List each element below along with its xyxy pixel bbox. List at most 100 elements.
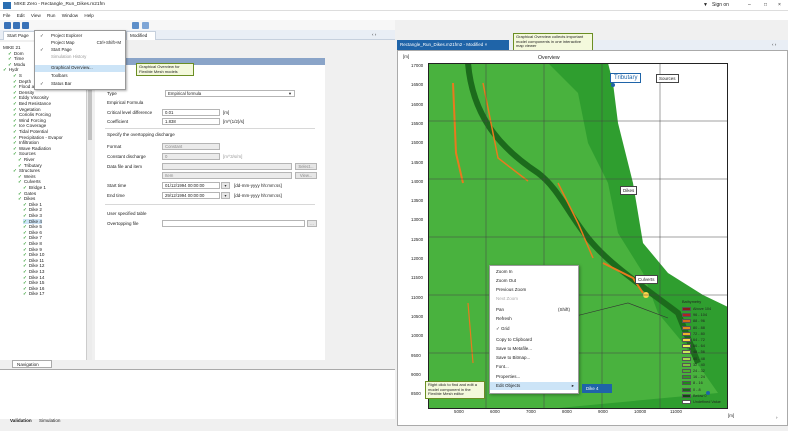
submenu-dike-4[interactable]: Dike 4 bbox=[582, 384, 612, 393]
menu-help[interactable]: Help bbox=[84, 13, 93, 18]
start-field[interactable]: 01/12/1994 00:00:00 bbox=[162, 182, 220, 189]
user-icon[interactable]: ▼ bbox=[703, 2, 708, 8]
map-scroll-icon[interactable]: › bbox=[776, 415, 778, 420]
menu-window[interactable]: Window bbox=[62, 13, 78, 18]
tree-item[interactable]: ✓ Dike 17 bbox=[23, 291, 44, 297]
checkmark-icon: ✓ bbox=[23, 224, 27, 230]
submenu-arrow-icon: ▸ bbox=[571, 383, 574, 388]
tab-graphical-overview[interactable]: Rectangle_Run_Dikes.m21fm2 - Modified × bbox=[397, 40, 509, 50]
context-menu-item[interactable]: Save to Metafile... bbox=[490, 345, 578, 353]
legend-swatch bbox=[682, 350, 691, 355]
browse-button[interactable]: ... bbox=[307, 220, 317, 227]
context-menu-item[interactable]: ✓ Grid bbox=[490, 325, 578, 333]
tree-item-label: Dike 12 bbox=[28, 263, 45, 269]
item-field[interactable]: Item bbox=[162, 172, 292, 179]
navigation-tab[interactable]: Navigation bbox=[12, 360, 52, 368]
legend-label: 88 - 96 bbox=[693, 319, 705, 324]
menu-edit[interactable]: Edit bbox=[17, 13, 25, 18]
view-menu-item[interactable]: Project Map Ctrl+Shift+M bbox=[35, 40, 125, 47]
menu-run[interactable]: Run bbox=[47, 13, 55, 18]
menu-view[interactable]: View bbox=[31, 13, 41, 18]
view-menu-item[interactable]: ✓ Project Explorer bbox=[35, 33, 125, 40]
const-field[interactable]: 0 bbox=[162, 153, 220, 160]
view-menu-item[interactable]: ✓ Status Bar bbox=[35, 81, 125, 88]
run-icon[interactable] bbox=[132, 22, 139, 29]
y-tick-label: 14500 bbox=[411, 159, 424, 165]
file-field[interactable] bbox=[162, 163, 292, 170]
context-menu-item[interactable]: Copy to Clipboard bbox=[490, 336, 578, 344]
open-icon[interactable] bbox=[13, 22, 20, 29]
tree-item-label: Dike 2 bbox=[28, 207, 42, 213]
view-menu-item[interactable]: ✓ Start Page bbox=[35, 47, 125, 54]
view-menu-item-label: Simulation History bbox=[51, 54, 87, 59]
checkmark-icon: ✓ bbox=[3, 67, 7, 73]
source-marker[interactable] bbox=[611, 83, 615, 87]
coef-field[interactable]: 1.838 bbox=[162, 118, 220, 125]
tributary-label[interactable]: Tributary bbox=[610, 73, 642, 83]
checkmark-icon: ✓ bbox=[13, 95, 17, 101]
graphical-overview-icon[interactable] bbox=[142, 22, 149, 29]
legend-label: 64 - 72 bbox=[693, 338, 705, 342]
checkmark-icon: ✓ bbox=[13, 78, 17, 84]
context-menu-item-label: Pan bbox=[496, 306, 505, 312]
tree-item-label: Tributary bbox=[23, 162, 42, 168]
context-menu-item[interactable]: Next Zoom bbox=[490, 295, 578, 303]
close-icon[interactable]: × bbox=[485, 42, 488, 47]
map-tab-scroll-icon[interactable]: ‹ › bbox=[772, 42, 776, 47]
checkmark-icon: ✓ bbox=[23, 207, 27, 213]
restore-button[interactable]: □ bbox=[764, 2, 767, 8]
y-tick-label: 10500 bbox=[411, 313, 424, 319]
tab-validation[interactable]: Validation bbox=[10, 418, 32, 423]
context-menu-item-label: Next Zoom bbox=[496, 296, 519, 301]
minimize-button[interactable]: – bbox=[748, 2, 751, 8]
context-menu-item[interactable]: Font... bbox=[490, 363, 578, 371]
view-menu-item-label: Status Bar bbox=[51, 81, 72, 86]
context-menu-item[interactable]: Zoom In bbox=[490, 268, 578, 276]
crit-field[interactable]: 0.01 bbox=[162, 109, 220, 116]
legend-swatch bbox=[682, 356, 691, 361]
context-menu-item[interactable]: Refresh bbox=[490, 315, 578, 323]
context-menu-item[interactable]: Properties... bbox=[490, 373, 578, 381]
tree-item-label: Dike 11 bbox=[28, 257, 45, 263]
checkmark-icon: ✓ bbox=[23, 291, 27, 297]
end-field[interactable]: 29/12/1994 00:00:00 bbox=[162, 192, 220, 199]
save-icon[interactable] bbox=[22, 22, 29, 29]
calendar-icon[interactable]: ▾ bbox=[221, 182, 230, 189]
view-menu-item[interactable]: Toolbars bbox=[35, 73, 125, 80]
context-menu-item[interactable]: Edit Objects ▸ bbox=[490, 382, 578, 390]
tab-simulation[interactable]: Simulation bbox=[39, 418, 60, 423]
format-select[interactable]: Constant bbox=[162, 143, 220, 150]
context-menu-item[interactable]: Pan (Shift) bbox=[490, 306, 578, 314]
close-button[interactable]: × bbox=[778, 2, 781, 8]
y-tick-label: 11000 bbox=[411, 294, 423, 300]
new-file-icon[interactable] bbox=[4, 22, 11, 29]
tab-start-page[interactable]: Start Page bbox=[3, 31, 37, 40]
tab-scroll-icon[interactable]: ‹ › bbox=[372, 32, 376, 37]
overtop-file-field[interactable] bbox=[162, 220, 305, 227]
tree-item-label: Weirs bbox=[23, 173, 36, 179]
map-tab-tooltip: Graphical Overview collects important mo… bbox=[513, 33, 593, 51]
type-select[interactable]: Empirical formula ▾ bbox=[165, 90, 295, 97]
context-menu-item[interactable]: Save to Bitmap... bbox=[490, 354, 578, 362]
culverts-label[interactable]: Culverts bbox=[635, 275, 658, 284]
menu-file[interactable]: File bbox=[3, 13, 10, 18]
checkmark-icon: ✓ bbox=[23, 229, 27, 235]
view-menu-item-label: Toolbars bbox=[51, 73, 68, 78]
app-icon bbox=[3, 2, 11, 9]
end-format: [dd-mm-yyyy hh:mm:ss] bbox=[234, 193, 282, 198]
view-menu-item[interactable]: Graphical Overview... bbox=[35, 65, 125, 72]
tab-modified[interactable]: Modified bbox=[126, 31, 156, 40]
calendar-icon[interactable]: ▾ bbox=[221, 192, 230, 199]
context-menu-item[interactable]: Previous Zoom bbox=[490, 286, 578, 294]
view-button[interactable]: View... bbox=[295, 172, 317, 179]
dikes-label[interactable]: Dikes bbox=[620, 186, 638, 195]
context-menu-item[interactable]: Zoom Out bbox=[490, 277, 578, 285]
context-menu-shortcut: (Shift) bbox=[557, 306, 570, 312]
sources-label[interactable]: Sources bbox=[656, 74, 679, 83]
view-menu-item[interactable]: Simulation History bbox=[35, 54, 125, 61]
y-tick-label: 17000 bbox=[411, 63, 424, 68]
sign-in-link[interactable]: Sign on bbox=[712, 2, 729, 8]
select-button[interactable]: Select... bbox=[295, 163, 317, 170]
tree-item-label: Vegetation bbox=[18, 106, 41, 112]
legend-swatch bbox=[682, 319, 691, 324]
